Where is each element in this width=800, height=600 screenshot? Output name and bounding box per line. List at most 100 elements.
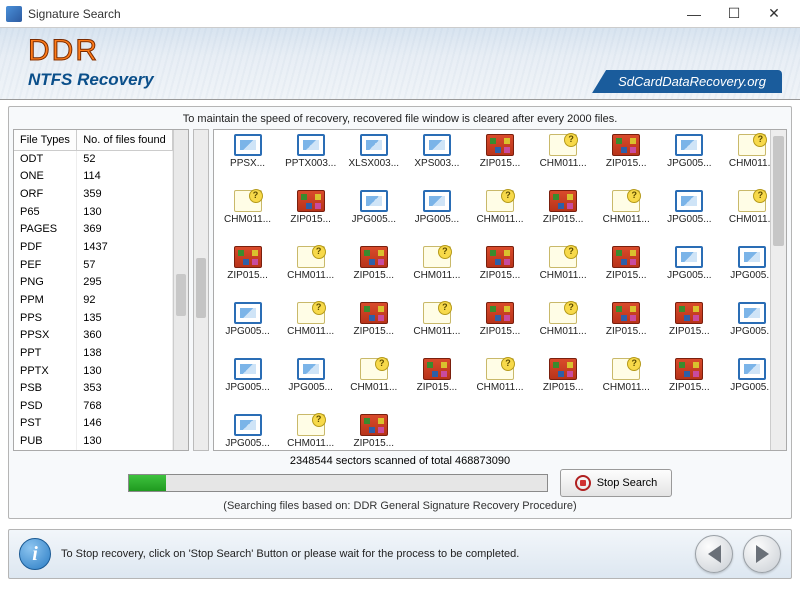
file-icon [486, 302, 514, 324]
file-item[interactable]: ZIP015... [342, 246, 405, 298]
file-item[interactable]: CHM011... [279, 302, 342, 354]
file-types-table[interactable]: File Types No. of files found ODT52ONE11… [14, 130, 173, 450]
file-item[interactable]: ZIP015... [532, 358, 595, 410]
file-item[interactable]: CHM011... [279, 414, 342, 451]
file-item[interactable]: JPG005... [658, 134, 721, 186]
col-files-found[interactable]: No. of files found [77, 130, 173, 150]
table-row[interactable]: ORF359 [14, 185, 173, 203]
file-item[interactable]: ZIP015... [658, 358, 721, 410]
file-label: JPG005... [730, 382, 774, 393]
cell-type: PUB [14, 432, 77, 450]
file-item[interactable]: ZIP015... [468, 246, 531, 298]
cell-count: 768 [77, 397, 173, 415]
maximize-button[interactable]: ☐ [714, 0, 754, 28]
file-item[interactable]: ZIP015... [216, 246, 279, 298]
file-item[interactable]: CHM011... [532, 246, 595, 298]
right-scrollbar[interactable] [770, 130, 786, 450]
file-label: ZIP015... [353, 326, 394, 337]
progress-bar [128, 474, 548, 492]
file-item[interactable]: XPS003... [405, 134, 468, 186]
mid-scrollbar[interactable] [193, 129, 209, 451]
file-item[interactable]: JPG005... [658, 190, 721, 242]
file-icon [234, 134, 262, 156]
file-item[interactable]: JPG005... [279, 358, 342, 410]
file-label: ZIP015... [606, 158, 647, 169]
file-item[interactable]: CHM011... [405, 302, 468, 354]
file-icon [612, 134, 640, 156]
table-row[interactable]: ODT52 [14, 150, 173, 168]
table-row[interactable]: PAGES369 [14, 221, 173, 239]
cell-count: 52 [77, 150, 173, 168]
table-row[interactable]: PPSX360 [14, 326, 173, 344]
file-item[interactable]: PPSX... [216, 134, 279, 186]
file-item[interactable]: CHM011... [216, 190, 279, 242]
minimize-button[interactable]: — [674, 0, 714, 28]
file-icon [675, 302, 703, 324]
table-row[interactable]: PPM92 [14, 291, 173, 309]
table-row[interactable]: PUB130 [14, 432, 173, 450]
file-item[interactable]: ZIP015... [532, 190, 595, 242]
table-row[interactable]: PPS135 [14, 309, 173, 327]
file-icon [549, 134, 577, 156]
file-icon [738, 246, 766, 268]
file-item[interactable]: JPG005... [216, 302, 279, 354]
file-item[interactable]: CHM011... [342, 358, 405, 410]
left-scrollbar[interactable] [173, 130, 188, 450]
file-icon [612, 246, 640, 268]
file-item[interactable]: JPG005... [216, 358, 279, 410]
file-item[interactable]: ZIP015... [595, 246, 658, 298]
forward-button[interactable] [743, 535, 781, 573]
close-button[interactable]: ✕ [754, 0, 794, 28]
file-label: CHM011... [540, 326, 587, 337]
file-item[interactable]: CHM011... [532, 134, 595, 186]
file-item[interactable]: ZIP015... [279, 190, 342, 242]
table-row[interactable]: PST146 [14, 415, 173, 433]
cell-type: PST [14, 415, 77, 433]
file-item[interactable]: JPG005... [216, 414, 279, 451]
cell-type: PAGES [14, 221, 77, 239]
file-grid[interactable]: PPSX...PPTX003...XLSX003...XPS003...ZIP0… [214, 130, 786, 451]
file-label: ZIP015... [669, 382, 710, 393]
file-item[interactable]: CHM011... [595, 190, 658, 242]
back-button[interactable] [695, 535, 733, 573]
table-row[interactable]: ONE114 [14, 168, 173, 186]
col-file-types[interactable]: File Types [14, 130, 77, 150]
table-row[interactable]: PSB353 [14, 379, 173, 397]
search-note: (Searching files based on: DDR General S… [19, 500, 781, 512]
file-item[interactable]: CHM011... [279, 246, 342, 298]
chevron-left-icon [708, 545, 721, 563]
file-item[interactable]: CHM011... [468, 190, 531, 242]
stop-search-button[interactable]: Stop Search [560, 469, 673, 497]
table-row[interactable]: PPTX130 [14, 362, 173, 380]
file-label: JPG005... [730, 270, 774, 281]
file-item[interactable]: ZIP015... [658, 302, 721, 354]
file-icon [549, 358, 577, 380]
file-label: ZIP015... [227, 270, 268, 281]
file-item[interactable]: JPG005... [405, 190, 468, 242]
file-label: CHM011... [287, 270, 334, 281]
table-row[interactable]: PSD768 [14, 397, 173, 415]
header-subtitle: NTFS Recovery [28, 70, 154, 90]
file-item[interactable]: JPG005... [342, 190, 405, 242]
file-item[interactable]: ZIP015... [342, 302, 405, 354]
file-item[interactable]: CHM011... [405, 246, 468, 298]
file-item[interactable]: JPG005... [658, 246, 721, 298]
table-row[interactable]: PDF1437 [14, 238, 173, 256]
file-item[interactable]: XLSX003... [342, 134, 405, 186]
file-item[interactable]: CHM011... [595, 358, 658, 410]
table-row[interactable]: PPT138 [14, 344, 173, 362]
file-item[interactable]: ZIP015... [595, 302, 658, 354]
file-icon [234, 414, 262, 436]
file-label: CHM011... [224, 214, 271, 225]
file-item[interactable]: CHM011... [532, 302, 595, 354]
table-row[interactable]: PNG295 [14, 273, 173, 291]
file-item[interactable]: ZIP015... [468, 134, 531, 186]
table-row[interactable]: PEF57 [14, 256, 173, 274]
file-item[interactable]: ZIP015... [405, 358, 468, 410]
table-row[interactable]: P65130 [14, 203, 173, 221]
file-item[interactable]: ZIP015... [468, 302, 531, 354]
file-item[interactable]: CHM011... [468, 358, 531, 410]
file-item[interactable]: PPTX003... [279, 134, 342, 186]
file-item[interactable]: ZIP015... [342, 414, 405, 451]
file-item[interactable]: ZIP015... [595, 134, 658, 186]
